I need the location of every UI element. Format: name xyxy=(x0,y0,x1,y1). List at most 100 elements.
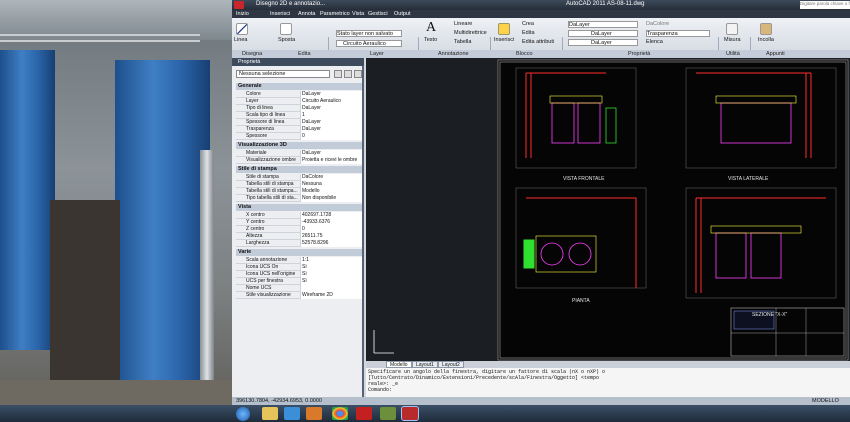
property-row[interactable]: UCS per finestra Sì xyxy=(236,278,362,285)
property-row[interactable]: Larghezza 52578.8296 xyxy=(236,240,362,247)
select-objects-icon[interactable] xyxy=(344,70,352,78)
menu-output[interactable]: Output xyxy=(394,11,411,17)
panel-blocco[interactable]: Blocco xyxy=(516,51,533,57)
quick-select-icon[interactable] xyxy=(334,70,342,78)
selection-dropdown[interactable]: Nessuna selezione xyxy=(236,70,330,78)
menu-parametrico[interactable]: Parametrico xyxy=(320,11,350,17)
panel-utilita[interactable]: Utilità xyxy=(726,51,740,57)
explorer-icon[interactable] xyxy=(262,407,278,420)
office-icon[interactable] xyxy=(306,407,322,420)
property-value[interactable]: 402697.1728 xyxy=(300,212,362,219)
tab-modello[interactable]: Modello xyxy=(386,361,412,368)
line-icon[interactable] xyxy=(236,23,248,35)
move-icon[interactable] xyxy=(280,23,292,35)
property-row[interactable]: Altezza 26511.75 xyxy=(236,233,362,240)
paste-button[interactable]: Incolla xyxy=(758,37,774,43)
insert-block-icon[interactable] xyxy=(498,23,510,35)
plotstyle-dropdown[interactable]: DaColore xyxy=(646,21,669,27)
property-row[interactable]: Spessore di linea DaLayer xyxy=(236,119,362,126)
autocad-logo-icon[interactable] xyxy=(234,1,244,9)
category-vista[interactable]: Vista xyxy=(236,204,362,211)
property-value[interactable]: DaLayer xyxy=(300,126,362,133)
model-space-toggle[interactable]: MODELLO xyxy=(812,398,839,404)
edit-block-button[interactable]: Edita xyxy=(522,30,535,36)
workspace-title[interactable]: Disegno 2D e annotazio... xyxy=(256,1,325,7)
property-row[interactable]: Tabella stili di stampa Nessuna xyxy=(236,181,362,188)
lineweight-dropdown[interactable]: DaLayer xyxy=(568,39,638,46)
line-button[interactable]: Linea xyxy=(234,37,247,43)
property-row[interactable]: Icona UCS On Sì xyxy=(236,264,362,271)
category-stampa[interactable]: Stile di stampa xyxy=(236,166,362,173)
property-row[interactable]: Tipo tabella stili di sta... Non disponib… xyxy=(236,195,362,202)
property-value[interactable] xyxy=(300,285,362,292)
property-value[interactable]: DaLayer xyxy=(300,150,362,157)
create-block-button[interactable]: Crea xyxy=(522,21,534,27)
linetype-dropdown[interactable]: DaLayer xyxy=(568,30,638,37)
table-button[interactable]: Tabella xyxy=(454,39,471,45)
menu-gestisci[interactable]: Gestisci xyxy=(368,11,388,17)
move-button[interactable]: Sposta xyxy=(278,37,295,43)
property-row[interactable]: Nome UCS xyxy=(236,285,362,292)
property-value[interactable]: DaColore xyxy=(300,174,362,181)
property-value[interactable]: Sì xyxy=(300,264,362,271)
property-row[interactable]: Visualizzazione ombre Proietta e ricevi l… xyxy=(236,157,362,164)
property-row[interactable]: Tabella stili di stampa... Modello xyxy=(236,188,362,195)
property-value[interactable]: 0 xyxy=(300,226,362,233)
multileader-button[interactable]: Multidirettrice xyxy=(454,30,487,36)
property-value[interactable]: 52578.8296 xyxy=(300,240,362,247)
property-row[interactable]: Scala tipo di linea 1 xyxy=(236,112,362,119)
property-row[interactable]: Layer Circuito Aeraulico xyxy=(236,98,362,105)
menu-inserisci[interactable]: Inserisci xyxy=(270,11,290,17)
property-row[interactable]: Colore DaLayer xyxy=(236,91,362,98)
property-value[interactable]: DaLayer xyxy=(300,105,362,112)
property-value[interactable]: Wireframe 2D xyxy=(300,292,362,299)
property-row[interactable]: Stile di stampa DaColore xyxy=(236,174,362,181)
panel-disegna[interactable]: Disegna xyxy=(242,51,262,57)
tab-layout1[interactable]: Layout1 xyxy=(412,361,438,368)
media-player-icon[interactable] xyxy=(284,407,300,420)
property-value[interactable]: Nessuna xyxy=(300,181,362,188)
property-value[interactable]: Sì xyxy=(300,271,362,278)
property-row[interactable]: Trasparenza DaLayer xyxy=(236,126,362,133)
current-layer-dropdown[interactable]: Circuito Aeraulico xyxy=(336,40,402,47)
category-generale[interactable]: Generale xyxy=(236,83,362,90)
category-vis3d[interactable]: Visualizzazione 3D xyxy=(236,142,362,149)
layer-state-dropdown[interactable]: Stato layer non salvato xyxy=(336,30,402,37)
menu-vista[interactable]: Vista xyxy=(352,11,364,17)
measure-button[interactable]: Misura xyxy=(724,37,741,43)
property-row[interactable]: Scala annotazione 1:1 xyxy=(236,257,362,264)
drawing-area[interactable]: VISTA FRONTALE VISTA LATERALE PIANTA SEZ… xyxy=(366,58,850,361)
property-value[interactable]: Modello xyxy=(300,188,362,195)
chrome-icon[interactable] xyxy=(332,407,348,420)
property-value[interactable]: 0 xyxy=(300,133,362,140)
acrobat-icon[interactable] xyxy=(356,407,372,420)
property-value[interactable]: 1 xyxy=(300,112,362,119)
list-button[interactable]: Elenca xyxy=(646,39,663,45)
menu-annota[interactable]: Annota xyxy=(298,11,315,17)
command-line[interactable]: Specificare un angolo della finestra, di… xyxy=(366,368,850,397)
property-value[interactable]: 26511.75 xyxy=(300,233,362,240)
property-row[interactable]: Stile visualizzazione Wireframe 2D xyxy=(236,292,362,299)
autocad-taskbar-icon[interactable] xyxy=(401,406,419,421)
property-value[interactable]: Non disponibile xyxy=(300,195,362,202)
panel-layer[interactable]: Layer xyxy=(370,51,384,57)
command-prompt[interactable]: Comando: xyxy=(368,387,848,393)
property-row[interactable]: Spessore 0 xyxy=(236,133,362,140)
property-row[interactable]: Z centro 0 xyxy=(236,226,362,233)
edit-attributes-button[interactable]: Edita attributi xyxy=(522,39,554,45)
pickadd-icon[interactable] xyxy=(354,70,362,78)
search-input[interactable]: Digitare parola chiave o frase xyxy=(800,1,850,9)
insert-block-button[interactable]: Inserisci xyxy=(494,37,514,43)
property-value[interactable]: DaLayer xyxy=(300,91,362,98)
property-row[interactable]: Materiale DaLayer xyxy=(236,150,362,157)
property-row[interactable]: X centro 402697.1728 xyxy=(236,212,362,219)
tab-layout2[interactable]: Layout2 xyxy=(438,361,464,368)
measure-icon[interactable] xyxy=(726,23,738,35)
property-row[interactable]: Icona UCS nell'origine Sì xyxy=(236,271,362,278)
text-button[interactable]: Testo xyxy=(424,37,437,43)
property-value[interactable]: DaLayer xyxy=(300,119,362,126)
property-value[interactable]: -43933.6376 xyxy=(300,219,362,226)
property-row[interactable]: Y centro -43933.6376 xyxy=(236,219,362,226)
property-row[interactable]: Tipo di linea DaLayer xyxy=(236,105,362,112)
property-value[interactable]: 1:1 xyxy=(300,257,362,264)
